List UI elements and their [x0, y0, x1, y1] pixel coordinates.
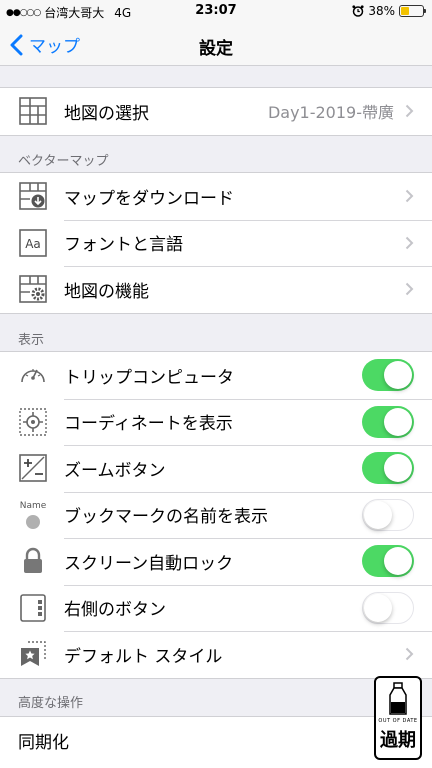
- advanced-header: 高度な操作: [18, 696, 84, 711]
- speedometer-icon: [18, 360, 48, 390]
- show-coordinates-row: コーディネートを表示: [0, 398, 432, 446]
- battery-icon: [399, 5, 426, 17]
- zoom-plus-minus-icon: [18, 453, 48, 483]
- map-select-label: 地図の選択: [64, 103, 149, 124]
- out-of-date-stamp: OUT OF DATE 過期: [374, 676, 422, 760]
- bookmark-names-label: ブックマークの名前を表示: [64, 507, 268, 528]
- status-right: 38%: [352, 4, 426, 18]
- right-side-buttons-toggle[interactable]: [362, 591, 414, 624]
- auto-lock-toggle[interactable]: [362, 545, 414, 578]
- map-gear-icon: [18, 274, 48, 304]
- bookmark-names-row: Name ブックマークの名前を表示: [0, 491, 432, 539]
- bookmark-names-toggle[interactable]: [362, 498, 414, 531]
- map-download-icon: [18, 181, 48, 211]
- right-side-buttons-label: 右側のボタン: [64, 600, 166, 621]
- map-selection-section: 地図の選択 Day1-2019-帶廣: [0, 87, 432, 136]
- zoom-buttons-row: ズームボタン: [0, 445, 432, 492]
- map-features-row[interactable]: 地図の機能: [0, 266, 432, 313]
- page-title: 設定: [199, 39, 233, 59]
- status-bar: ●●○○○ 台湾大哥大 4G 23:07 38%: [0, 0, 432, 22]
- battery-fill: [401, 7, 409, 15]
- display-section: トリップコンピュータ コーディネートを表示 ズームボタン Name ブックマーク…: [0, 351, 432, 679]
- default-style-row[interactable]: デフォルト スタイル: [0, 631, 432, 678]
- advanced-section: 同期化: [0, 716, 432, 768]
- map-select-value: Day1-2019-帶廣: [267, 103, 394, 123]
- chevron-right-icon: [405, 105, 414, 118]
- stamp-small-text: OUT OF DATE: [378, 718, 418, 724]
- crosshair-icon: [18, 407, 48, 437]
- show-coordinates-label: コーディネートを表示: [64, 414, 233, 435]
- chevron-right-icon: [405, 236, 414, 249]
- name-icon-text: Name: [19, 500, 47, 511]
- default-style-label: デフォルト スタイル: [64, 646, 223, 667]
- vector-map-section: マップをダウンロード Aa フォントと言語 地図の機能: [0, 172, 432, 314]
- toggle-knob: [384, 454, 412, 483]
- toggle-knob: [384, 361, 412, 390]
- zoom-buttons-label: ズームボタン: [64, 460, 166, 481]
- pin-dot: [26, 514, 40, 529]
- show-coordinates-toggle[interactable]: [362, 405, 414, 438]
- navigation-bar: マップ 設定: [0, 22, 432, 66]
- vector-map-header: ベクターマップ: [18, 154, 109, 169]
- download-map-label: マップをダウンロード: [64, 188, 234, 209]
- map-select-row[interactable]: 地図の選択 Day1-2019-帶廣: [0, 88, 432, 135]
- display-header: 表示: [18, 333, 45, 348]
- trip-computer-toggle[interactable]: [362, 359, 414, 392]
- star-style-icon: [18, 639, 48, 669]
- toggle-knob: [364, 593, 392, 622]
- map-grid-icon: [18, 96, 48, 126]
- map-features-label: 地図の機能: [64, 281, 149, 302]
- auto-lock-label: スクリーン自動ロック: [64, 553, 234, 574]
- font-aa-icon: Aa: [18, 228, 48, 258]
- chevron-right-icon: [405, 648, 414, 661]
- svg-text:Aa: Aa: [25, 237, 41, 251]
- right-side-buttons-row: 右側のボタン: [0, 584, 432, 632]
- sync-row[interactable]: 同期化: [0, 717, 432, 764]
- name-pin-icon: Name: [18, 500, 48, 530]
- toggle-knob: [384, 407, 412, 436]
- battery-percent: 38%: [368, 4, 395, 18]
- toggle-knob: [364, 500, 392, 529]
- bottle-icon: [389, 682, 407, 715]
- chevron-right-icon: [405, 190, 414, 203]
- auto-lock-row: スクリーン自動ロック: [0, 538, 432, 585]
- stamp-big-text: 過期: [380, 730, 416, 751]
- chevron-right-icon: [405, 283, 414, 296]
- sync-label: 同期化: [18, 732, 69, 753]
- side-buttons-icon: [18, 593, 48, 623]
- font-language-row[interactable]: Aa フォントと言語: [0, 219, 432, 267]
- trip-computer-row: トリップコンピュータ: [0, 352, 432, 399]
- lock-icon: [18, 546, 48, 576]
- alarm-clock-icon: [352, 5, 364, 17]
- zoom-buttons-toggle[interactable]: [362, 452, 414, 485]
- trip-computer-label: トリップコンピュータ: [64, 367, 234, 388]
- font-language-label: フォントと言語: [64, 235, 183, 256]
- toggle-knob: [384, 547, 412, 576]
- download-map-row[interactable]: マップをダウンロード: [0, 173, 432, 220]
